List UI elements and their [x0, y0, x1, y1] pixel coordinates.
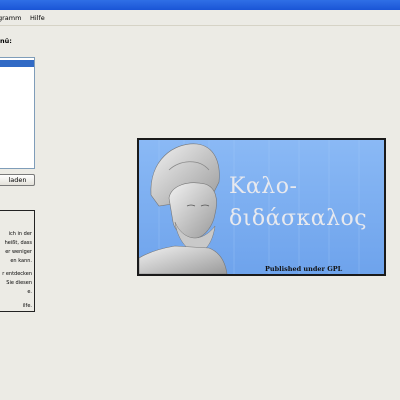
info-line: e.: [27, 289, 32, 295]
info-line: er weniger: [5, 249, 32, 255]
splash-image: Καλο- διδάσκαλος Published under GPL: [137, 138, 386, 276]
menu-hilfe[interactable]: Hilfe: [30, 14, 45, 22]
load-button[interactable]: laden: [0, 174, 35, 186]
splash-license-text: Published under GPL: [265, 265, 343, 273]
info-line: r entdecken: [2, 271, 32, 277]
lesson-listbox[interactable]: [0, 57, 35, 169]
info-line: ich in der: [8, 231, 32, 237]
splash-title-line2: διδάσκαλος: [229, 206, 368, 231]
info-line: Sie diesen: [6, 280, 32, 286]
splash-title-line1: Καλο-: [229, 174, 298, 199]
window-titlebar: [0, 0, 400, 10]
info-line: heißt, dass: [4, 240, 32, 246]
info-text-box: ich in der heißt, dass er weniger en kan…: [0, 210, 35, 312]
info-line: ilfe.: [22, 303, 32, 309]
menu-list-label: nü:: [0, 37, 12, 45]
listbox-selected-item[interactable]: [0, 60, 34, 67]
menu-programm[interactable]: gramm: [0, 14, 21, 22]
menubar: gramm Hilfe: [0, 10, 400, 26]
info-line: en kann.: [10, 258, 32, 264]
